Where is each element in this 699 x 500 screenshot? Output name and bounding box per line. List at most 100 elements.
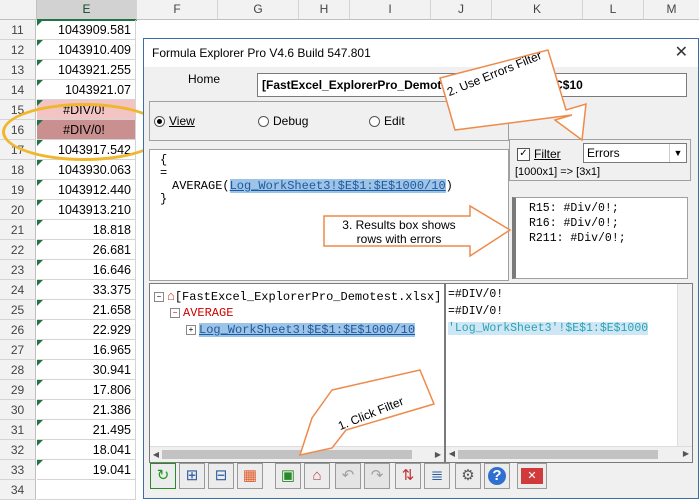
cell[interactable]: 18.818 [37,220,136,240]
cell[interactable]: 22.929 [37,320,136,340]
sort-button[interactable]: ⇅ [395,463,421,489]
collapse-tree-button[interactable]: ⊟ [208,463,234,489]
scrollbar-thumb[interactable] [162,450,412,459]
collapse-icon[interactable]: − [170,307,180,318]
tree-node-argument[interactable]: + Log_WorkSheet3!$E$1:$E$1000/10 [186,322,416,337]
column-header-i[interactable]: I [350,0,431,20]
row-header[interactable]: 19 [0,180,36,200]
cell[interactable]: 1043921.07 [37,80,136,100]
debug-radio[interactable]: Debug [258,114,308,128]
row-header[interactable]: 27 [0,340,36,360]
filter-button[interactable]: ▣ [275,463,301,489]
scroll-left-icon[interactable]: ◀ [446,447,458,462]
close-button[interactable]: ✕ [517,463,547,489]
refresh-button[interactable]: ↻ [150,463,176,489]
horizontal-scrollbar[interactable]: ◀ ▶ [150,446,444,462]
column-header-m[interactable]: M [644,0,699,20]
scroll-right-icon[interactable]: ▶ [432,447,444,462]
cell[interactable]: 21.386 [37,400,136,420]
scroll-left-icon[interactable]: ◀ [150,447,162,462]
vertical-scrollbar[interactable] [677,284,692,446]
row-header[interactable]: 28 [0,360,36,380]
cell[interactable]: 16.965 [37,340,136,360]
expand-icon[interactable]: + [186,324,196,335]
list-button[interactable]: ≣ [424,463,450,489]
select-all-corner[interactable] [0,0,37,20]
formula-line: { [160,153,168,167]
row-header[interactable]: 24 [0,280,36,300]
row-header[interactable]: 21 [0,220,36,240]
row-header[interactable]: 34 [0,480,36,500]
color-button[interactable]: ▦ [237,463,263,489]
evaluation-panel[interactable]: =#DIV/0! =#DIV/0! 'Log_WorkSheet3'!$E$1:… [445,283,693,463]
row-header[interactable]: 13 [0,60,36,80]
formula-tree[interactable]: − ⌂[FastExcel_ExplorerPro_Demotest.xlsx] … [149,283,445,463]
cell[interactable]: 18.041 [37,440,136,460]
row-header[interactable]: 33 [0,460,36,480]
cell[interactable]: 1043910.409 [37,40,136,60]
collapse-icon[interactable]: − [154,291,164,302]
error-indicator-icon [37,360,43,366]
view-radio-indicator [154,115,165,127]
formula-display[interactable]: { = AVERAGE(Log_WorkSheet3!$E$1:$E$1000/… [149,149,509,281]
cell[interactable]: 1043912.440 [37,180,136,200]
column-header-h[interactable]: H [299,0,350,20]
view-radio[interactable]: View [154,114,195,128]
cell[interactable]: 30.941 [37,360,136,380]
row-header[interactable]: 23 [0,260,36,280]
chevron-down-icon[interactable]: ▼ [669,144,686,162]
row-header[interactable]: 25 [0,300,36,320]
tree-expand-icon: ⊞ [185,467,199,484]
cell[interactable]: 19.041 [37,460,136,480]
row-header[interactable]: 20 [0,200,36,220]
row-header[interactable]: 26 [0,320,36,340]
debug-radio-indicator [258,115,269,127]
error-indicator-icon [37,460,43,466]
help-button[interactable]: ? [484,463,510,489]
column-header-l[interactable]: L [583,0,644,20]
row-header[interactable]: 29 [0,380,36,400]
expand-tree-button[interactable]: ⊞ [179,463,205,489]
cell[interactable]: 1043921.255 [37,60,136,80]
error-indicator-icon [37,320,43,326]
settings-button[interactable]: ⚙ [455,463,481,489]
cell[interactable]: 16.646 [37,260,136,280]
results-box[interactable]: R15: #Div/0!; R16: #Div/0!; R211: #Div/0… [512,197,688,279]
home-button[interactable]: ⌂ [304,463,330,489]
column-header-j[interactable]: J [431,0,492,20]
column-header-k[interactable]: K [492,0,583,20]
row-header[interactable]: 18 [0,160,36,180]
cell[interactable]: 26.681 [37,240,136,260]
cell[interactable]: 21.495 [37,420,136,440]
error-indicator-icon [37,220,43,226]
cell[interactable]: 21.658 [37,300,136,320]
row-header[interactable]: 14 [0,80,36,100]
scrollbar-thumb[interactable] [458,450,658,459]
cell[interactable] [37,480,136,500]
tree-root[interactable]: − ⌂[FastExcel_ExplorerPro_Demotest.xlsx] [154,288,441,304]
row-header[interactable]: 31 [0,420,36,440]
filter-type-select[interactable]: Errors ▼ [583,143,687,163]
tree-node-function[interactable]: − AVERAGE [170,305,233,320]
row-header[interactable]: 32 [0,440,36,460]
horizontal-scrollbar[interactable]: ◀ ▶ [446,446,692,462]
edit-radio[interactable]: Edit [369,114,405,128]
row-header[interactable]: 11 [0,20,36,40]
cell[interactable]: 1043909.581 [37,20,136,40]
column-header-g[interactable]: G [218,0,299,20]
scroll-right-icon[interactable]: ▶ [680,447,692,462]
row-header[interactable]: 30 [0,400,36,420]
cell[interactable]: 1043930.063 [37,160,136,180]
column-header-f[interactable]: F [137,0,218,20]
row-header[interactable]: 12 [0,40,36,60]
cell[interactable]: 33.375 [37,280,136,300]
formula-reference[interactable]: Log_WorkSheet3!$E$1:$E$1000/10 [229,179,446,193]
undo-button[interactable]: ↶ [335,463,361,489]
close-icon[interactable]: ✕ [675,39,688,67]
cell[interactable]: 1043913.210 [37,200,136,220]
filter-checkbox[interactable]: ✓ Filter [517,147,561,161]
row-header[interactable]: 22 [0,240,36,260]
redo-button[interactable]: ↷ [364,463,390,489]
column-header-e[interactable]: E [37,0,137,21]
cell[interactable]: 17.806 [37,380,136,400]
